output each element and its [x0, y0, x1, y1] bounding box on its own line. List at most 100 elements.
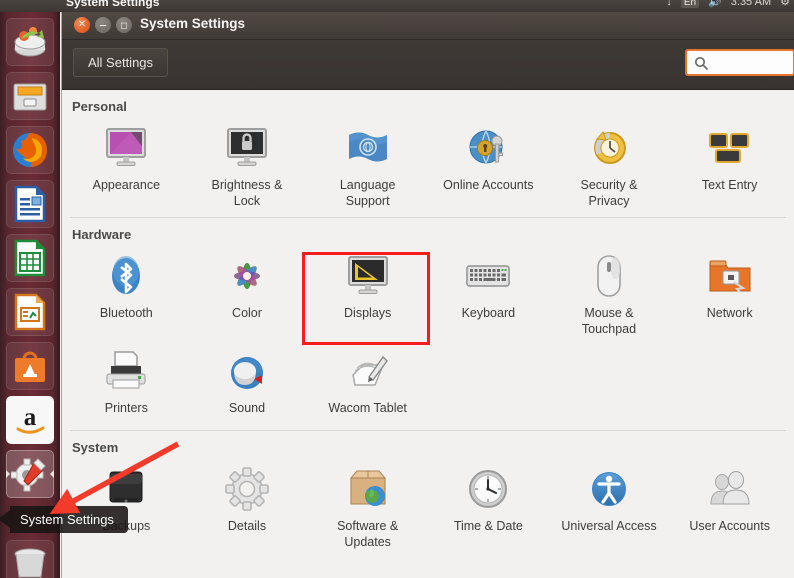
- settings-item-network[interactable]: Network: [669, 246, 790, 341]
- settings-item-label: User Accounts: [689, 519, 770, 533]
- sync-arrow-icon[interactable]: ↓: [666, 0, 672, 8]
- software-center-icon: [6, 342, 54, 390]
- settings-item-displays[interactable]: Displays: [307, 246, 428, 341]
- software-updates-icon: [344, 465, 392, 513]
- session-gear-icon[interactable]: ⚙: [780, 0, 790, 8]
- settings-item-text-entry[interactable]: Text Entry: [669, 118, 790, 213]
- section-grid-hardware: Bluetooth Color Displays Keyboard Mouse …: [62, 246, 794, 420]
- section-grid-personal: Appearance Brightness & Lock Language Su…: [62, 118, 794, 213]
- section-title-hardware: Hardware: [72, 227, 132, 242]
- language-support-icon: [344, 124, 392, 172]
- settings-item-label: Security & Privacy: [580, 178, 638, 208]
- section-grid-system: Backups: [62, 459, 794, 554]
- settings-item-security-privacy[interactable]: Security & Privacy: [549, 118, 670, 213]
- svg-text:a: a: [24, 404, 37, 431]
- online-accounts-icon: [464, 124, 512, 172]
- trash-icon: [6, 540, 54, 578]
- settings-item-label: Time & Date: [453, 519, 523, 533]
- search-icon: [694, 56, 708, 70]
- settings-item-user-accounts[interactable]: User Accounts: [669, 459, 790, 554]
- settings-item-color[interactable]: Color: [187, 246, 308, 341]
- keyboard-layout-indicator[interactable]: En: [680, 0, 700, 8]
- settings-item-brightness-lock[interactable]: Brightness & Lock: [187, 118, 308, 213]
- settings-item-time-date[interactable]: Time & Date: [428, 459, 549, 554]
- unity-launcher: a: [0, 0, 60, 578]
- launcher-item-files[interactable]: [6, 72, 54, 120]
- settings-item-label: Sound: [228, 401, 266, 415]
- launcher-item-writer[interactable]: [6, 180, 54, 228]
- libreoffice-impress-icon: [6, 288, 54, 336]
- settings-item-keyboard[interactable]: Keyboard: [428, 246, 549, 341]
- settings-item-label: Language Support: [339, 178, 396, 208]
- top-panel-indicators: ↓ En 🔊 3:35 AM ⚙: [666, 0, 790, 8]
- system-settings-window: ✕ − ◻ System Settings All Settings Perso…: [62, 9, 794, 578]
- launcher-item-backup[interactable]: [6, 18, 54, 66]
- amazon-icon: a: [6, 396, 54, 444]
- file-manager-icon: [6, 72, 54, 120]
- settings-item-label: Details: [227, 519, 267, 533]
- firefox-icon: [6, 126, 54, 174]
- settings-item-label: Universal Access: [561, 519, 657, 533]
- launcher-item-calc[interactable]: [6, 234, 54, 282]
- network-icon: [706, 252, 754, 300]
- search-input[interactable]: [714, 55, 793, 70]
- settings-item-details[interactable]: Details: [187, 459, 308, 554]
- window-title: System Settings: [140, 16, 246, 31]
- settings-item-label: Keyboard: [461, 306, 516, 320]
- universal-access-icon: [585, 465, 633, 513]
- settings-item-universal-access[interactable]: Universal Access: [549, 459, 670, 554]
- settings-item-label: Text Entry: [701, 178, 758, 192]
- libreoffice-writer-icon: [6, 180, 54, 228]
- launcher-item-software-center[interactable]: [6, 342, 54, 390]
- tooltip-label: System Settings: [10, 505, 128, 533]
- settings-item-label: Brightness & Lock: [211, 178, 283, 208]
- settings-item-sound[interactable]: Sound: [187, 341, 308, 420]
- libreoffice-calc-icon: [6, 234, 54, 282]
- close-icon[interactable]: ✕: [74, 17, 90, 33]
- settings-item-appearance[interactable]: Appearance: [66, 118, 187, 213]
- settings-item-software-updates[interactable]: Software & Updates: [307, 459, 428, 554]
- settings-item-wacom-tablet[interactable]: Wacom Tablet: [307, 341, 428, 420]
- bluetooth-icon: [102, 252, 150, 300]
- settings-item-label: Wacom Tablet: [328, 401, 407, 415]
- settings-item-label: Printers: [104, 401, 148, 415]
- launcher-item-impress[interactable]: [6, 288, 54, 336]
- settings-item-label: Color: [232, 306, 262, 320]
- settings-item-mouse-touchpad[interactable]: Mouse & Touchpad: [549, 246, 670, 341]
- settings-item-label: Mouse & Touchpad: [581, 306, 637, 336]
- maximize-icon[interactable]: ◻: [116, 17, 132, 33]
- all-settings-button[interactable]: All Settings: [73, 48, 169, 77]
- printers-icon: [102, 347, 150, 395]
- settings-item-label: Online Accounts: [443, 178, 534, 192]
- sound-icon: [223, 347, 271, 395]
- minimize-icon[interactable]: −: [95, 17, 111, 33]
- displays-icon: [344, 252, 392, 300]
- clock-indicator[interactable]: 3:35 AM: [731, 0, 771, 8]
- launcher-tooltip: System Settings: [0, 505, 128, 533]
- brightness-lock-icon: [223, 124, 271, 172]
- launcher-item-system-settings[interactable]: [6, 450, 54, 498]
- backup-icon: [6, 18, 54, 66]
- launcher-item-trash[interactable]: [6, 540, 54, 578]
- tooltip-arrow-icon: [0, 510, 10, 528]
- settings-item-label: Bluetooth: [99, 306, 153, 320]
- user-accounts-icon: [706, 465, 754, 513]
- settings-item-bluetooth[interactable]: Bluetooth: [66, 246, 187, 341]
- text-entry-icon: [706, 124, 754, 172]
- system-settings-gear-icon: [6, 450, 54, 498]
- settings-item-label: Displays: [344, 306, 392, 320]
- settings-item-label: Software & Updates: [337, 519, 399, 549]
- search-field[interactable]: [685, 49, 794, 76]
- settings-item-online-accounts[interactable]: Online Accounts: [428, 118, 549, 213]
- details-icon: [223, 465, 271, 513]
- settings-item-printers[interactable]: Printers: [66, 341, 187, 420]
- time-date-icon: [464, 465, 512, 513]
- settings-item-label: Appearance: [92, 178, 161, 192]
- launcher-item-firefox[interactable]: [6, 126, 54, 174]
- mouse-touchpad-icon: [585, 252, 633, 300]
- section-title-system: System: [72, 440, 119, 455]
- settings-item-language-support[interactable]: Language Support: [307, 118, 428, 213]
- volume-icon[interactable]: 🔊: [708, 0, 722, 8]
- launcher-item-amazon[interactable]: a: [6, 396, 54, 444]
- wacom-tablet-icon: [344, 347, 392, 395]
